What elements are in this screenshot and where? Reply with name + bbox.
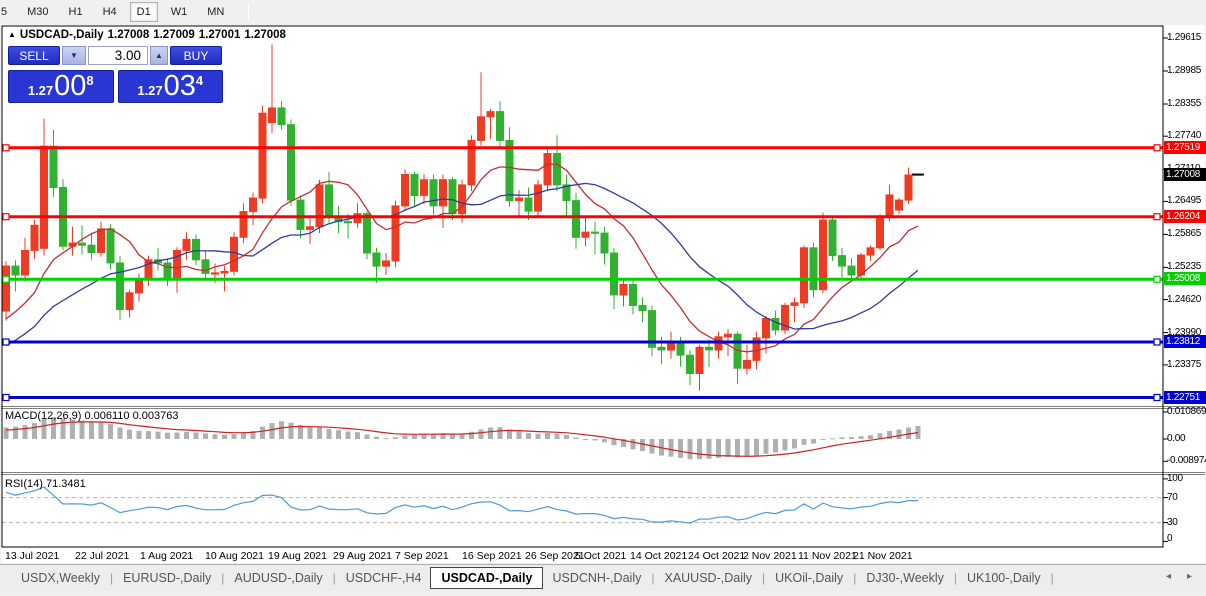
sell-price-display[interactable]: 1.27 00 8: [8, 70, 114, 103]
price-level-label: 1.27008: [1164, 167, 1206, 181]
symbol-ohlc-line: ▲ USDCAD-,Daily 1.27008 1.27009 1.27001 1.270…: [8, 29, 290, 41]
date-axis-label: 7 Sep 2021: [395, 550, 449, 562]
date-axis-label: 13 Jul 2021: [5, 550, 60, 562]
chart-window: [1, 25, 1205, 563]
macd-indicator-label: MACD(12,26,9) 0.006110 0.003763: [5, 410, 179, 422]
tab-separator: |: [221, 571, 225, 585]
timeframe-button-h4[interactable]: H4: [96, 2, 124, 22]
date-axis-label: 21 Nov 2021: [853, 550, 913, 562]
date-axis-label: 19 Aug 2021: [268, 550, 327, 562]
scale-tick-label: 0.010869: [1167, 406, 1206, 417]
scale-tick-label: 1.29615: [1167, 32, 1202, 43]
tab-separator: |: [332, 571, 336, 585]
tab-usdx-weekly[interactable]: USDX,Weekly: [12, 567, 109, 589]
tab-audusd-daily[interactable]: AUDUSD-,Daily: [225, 567, 331, 589]
price-level-label: 1.25008: [1164, 272, 1206, 286]
scale-tick-label: 1.28985: [1167, 65, 1202, 76]
toolbar-separator: [248, 3, 250, 21]
date-axis-label: 22 Jul 2021: [75, 550, 130, 562]
tab-usdcad-daily[interactable]: USDCAD-,Daily: [430, 567, 544, 589]
price-level-label: 1.26204: [1164, 209, 1206, 223]
tab-scroll-left-icon[interactable]: ◂: [1166, 571, 1171, 582]
chart-canvas[interactable]: [1, 25, 1205, 563]
timeframe-button-mn[interactable]: MN: [200, 2, 231, 22]
bar-high: 1.27009: [153, 29, 195, 41]
tab-xauusd-daily[interactable]: XAUUSD-,Daily: [655, 567, 761, 589]
tab-eurusd-daily[interactable]: EURUSD-,Daily: [114, 567, 220, 589]
chart-tab-bar: USDX,Weekly | EURUSD-,Daily | AUDUSD-,Daily |…: [0, 564, 1206, 591]
timeframe-button-5[interactable]: 5: [0, 2, 14, 22]
scale-tick-label: -0.008974: [1167, 455, 1206, 467]
tab-separator: |: [651, 571, 655, 585]
sell-price-prefix: 1.27: [27, 83, 54, 98]
bar-low: 1.27001: [198, 29, 241, 41]
scale-tick-label: 100: [1167, 472, 1183, 484]
bar-open: 1.27008: [107, 29, 150, 41]
date-axis-label: 2 Nov 2021: [743, 550, 797, 562]
date-axis-label: 11 Nov 2021: [798, 550, 857, 562]
buy-price-prefix: 1.27: [137, 83, 163, 98]
scale-tick-label: 1.24620: [1167, 293, 1202, 305]
tab-separator: |: [762, 571, 766, 585]
collapse-trade-panel-icon[interactable]: ▲: [8, 30, 16, 39]
sell-price-pip: 8: [86, 73, 94, 88]
terminal-window: 5 M30 H1 H4 D1 W1 MN ▲ USDCAD-,Daily 1.27008 1.27…: [0, 0, 1206, 596]
date-axis-label: 14 Oct 2021: [630, 550, 688, 562]
scale-tick-label: 1.25865: [1167, 228, 1202, 240]
price-level-label: 1.23812: [1164, 334, 1206, 348]
date-axis-label: 16 Sep 2021: [462, 550, 522, 562]
sell-button[interactable]: SELL: [8, 46, 60, 65]
scale-tick-label: 1.26495: [1167, 195, 1202, 207]
tab-ukoil-daily[interactable]: UKOil-,Daily: [766, 567, 852, 589]
buy-price-main: 03: [163, 70, 196, 102]
tab-usdcnh-daily[interactable]: USDCNH-,Daily: [543, 567, 650, 589]
tab-uk100-daily[interactable]: UK100-,Daily: [958, 567, 1050, 589]
timeframe-button-h1[interactable]: H1: [62, 2, 90, 22]
date-axis-label: 5 Oct 2021: [575, 550, 627, 562]
timeframe-toolbar: 5 M30 H1 H4 D1 W1 MN: [0, 0, 1206, 24]
tab-separator: |: [953, 571, 958, 585]
date-axis-label: 10 Aug 2021: [205, 550, 264, 562]
scale-tick-label: 1.25235: [1167, 261, 1202, 273]
volume-dropdown-icon[interactable]: ▼: [62, 46, 86, 65]
price-level-label: 1.22751: [1164, 390, 1206, 404]
buy-price-pip: 4: [195, 73, 204, 88]
tab-separator: |: [109, 571, 114, 585]
scale-tick-label: 0: [1167, 533, 1173, 544]
scale-tick-label: 1.23375: [1167, 358, 1202, 370]
timeframe-button-w1[interactable]: W1: [164, 2, 195, 22]
tab-usdchf-h4[interactable]: USDCHF-,H4: [337, 567, 431, 589]
date-axis-label: 29 Aug 2021: [333, 550, 392, 562]
scale-tick-label: 1.27740: [1167, 130, 1202, 142]
price-level-label: 1.27519: [1164, 140, 1206, 154]
timeframe-button-m30[interactable]: M30: [20, 2, 55, 22]
scale-tick-label: 30: [1167, 516, 1178, 528]
rsi-indicator-label: RSI(14) 71.3481: [5, 478, 86, 490]
date-axis-label: 1 Aug 2021: [140, 550, 194, 562]
tab-scroll-right-icon[interactable]: ▸: [1187, 571, 1192, 582]
timeframe-button-d1[interactable]: D1: [129, 2, 158, 22]
tab-separator: |: [1050, 571, 1054, 585]
volume-up-icon[interactable]: ▲: [150, 46, 168, 65]
tab-separator: |: [853, 571, 857, 585]
buy-price-display[interactable]: 1.27 03 4: [117, 70, 223, 103]
buy-button[interactable]: BUY: [170, 46, 222, 65]
one-click-trading-panel: SELL ▼ ▲ BUY 1.27 00 8 1.27 03 4: [8, 46, 223, 104]
scale-tick-label: 1.28355: [1167, 98, 1202, 109]
date-axis-label: 24 Oct 2021: [688, 550, 746, 562]
volume-input[interactable]: [88, 46, 148, 65]
scale-tick-label: 0.00: [1167, 433, 1186, 444]
sell-price-main: 00: [54, 70, 87, 102]
symbol-name: USDCAD-,Daily: [19, 29, 104, 41]
scale-tick-label: 70: [1167, 491, 1178, 503]
bar-close: 1.27008: [244, 29, 286, 41]
tab-dj30-weekly[interactable]: DJ30-,Weekly: [857, 567, 953, 589]
